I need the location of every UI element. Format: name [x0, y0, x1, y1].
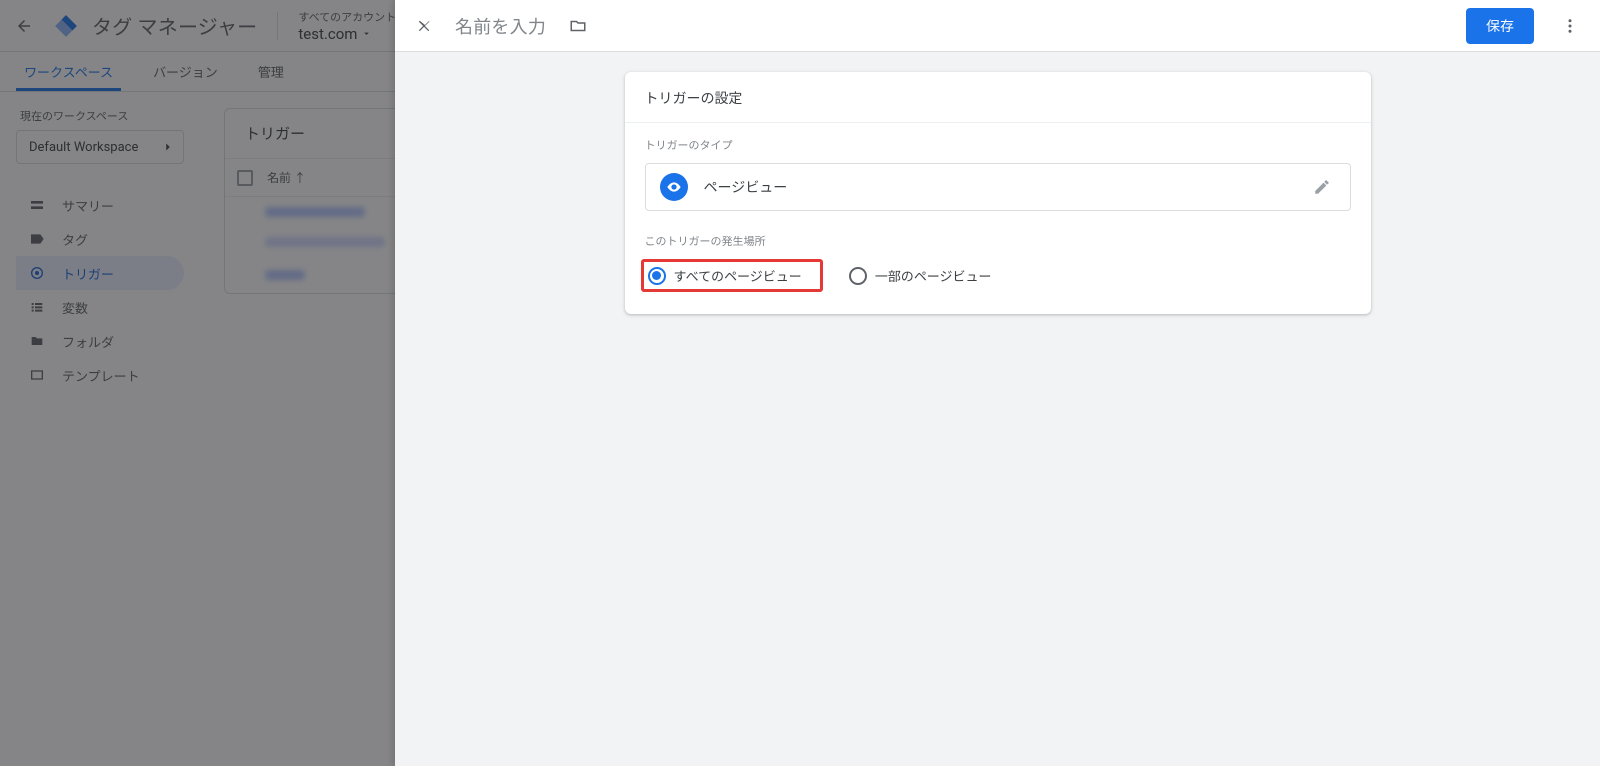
trigger-type-label: トリガーのタイプ: [645, 137, 1351, 153]
section-title: トリガーの設定: [625, 72, 1371, 123]
close-button[interactable]: [407, 8, 443, 44]
trigger-type-selector[interactable]: ページビュー: [645, 163, 1351, 211]
radio-some-pageviews[interactable]: 一部のページビュー: [849, 266, 992, 285]
panel-body: トリガーの設定 トリガーのタイプ ページビュー このトリガーの発生場所: [395, 52, 1600, 766]
folder-icon: [569, 17, 587, 35]
radio-all-pageviews[interactable]: すべてのページビュー: [641, 259, 823, 292]
radio-checked-icon: [648, 267, 666, 285]
fire-options: すべてのページビュー 一部のページビュー: [645, 259, 1351, 292]
more-menu-button[interactable]: [1552, 8, 1588, 44]
radio-label: すべてのページビュー: [674, 266, 802, 285]
edit-type-button[interactable]: [1308, 173, 1336, 201]
eye-icon: [666, 179, 682, 195]
trigger-config-card: トリガーの設定 トリガーのタイプ ページビュー このトリガーの発生場所: [625, 72, 1371, 314]
close-icon: [416, 17, 434, 35]
pencil-icon: [1313, 178, 1331, 196]
pageview-badge-icon: [660, 173, 688, 201]
config-inner: トリガーのタイプ ページビュー このトリガーの発生場所 すべてのページビュー: [625, 123, 1371, 314]
trigger-editor-panel: 名前を入力 保存 トリガーの設定 トリガーのタイプ ページビュー: [395, 0, 1600, 766]
save-button[interactable]: 保存: [1466, 8, 1534, 44]
panel-header: 名前を入力 保存: [395, 0, 1600, 52]
fire-location-label: このトリガーの発生場所: [645, 233, 1351, 249]
radio-label: 一部のページビュー: [875, 266, 992, 285]
folder-button[interactable]: [564, 12, 592, 40]
panel-title-input[interactable]: 名前を入力: [455, 13, 546, 39]
trigger-type-value: ページビュー: [704, 177, 1292, 197]
radio-unchecked-icon: [849, 267, 867, 285]
more-vert-icon: [1561, 17, 1579, 35]
